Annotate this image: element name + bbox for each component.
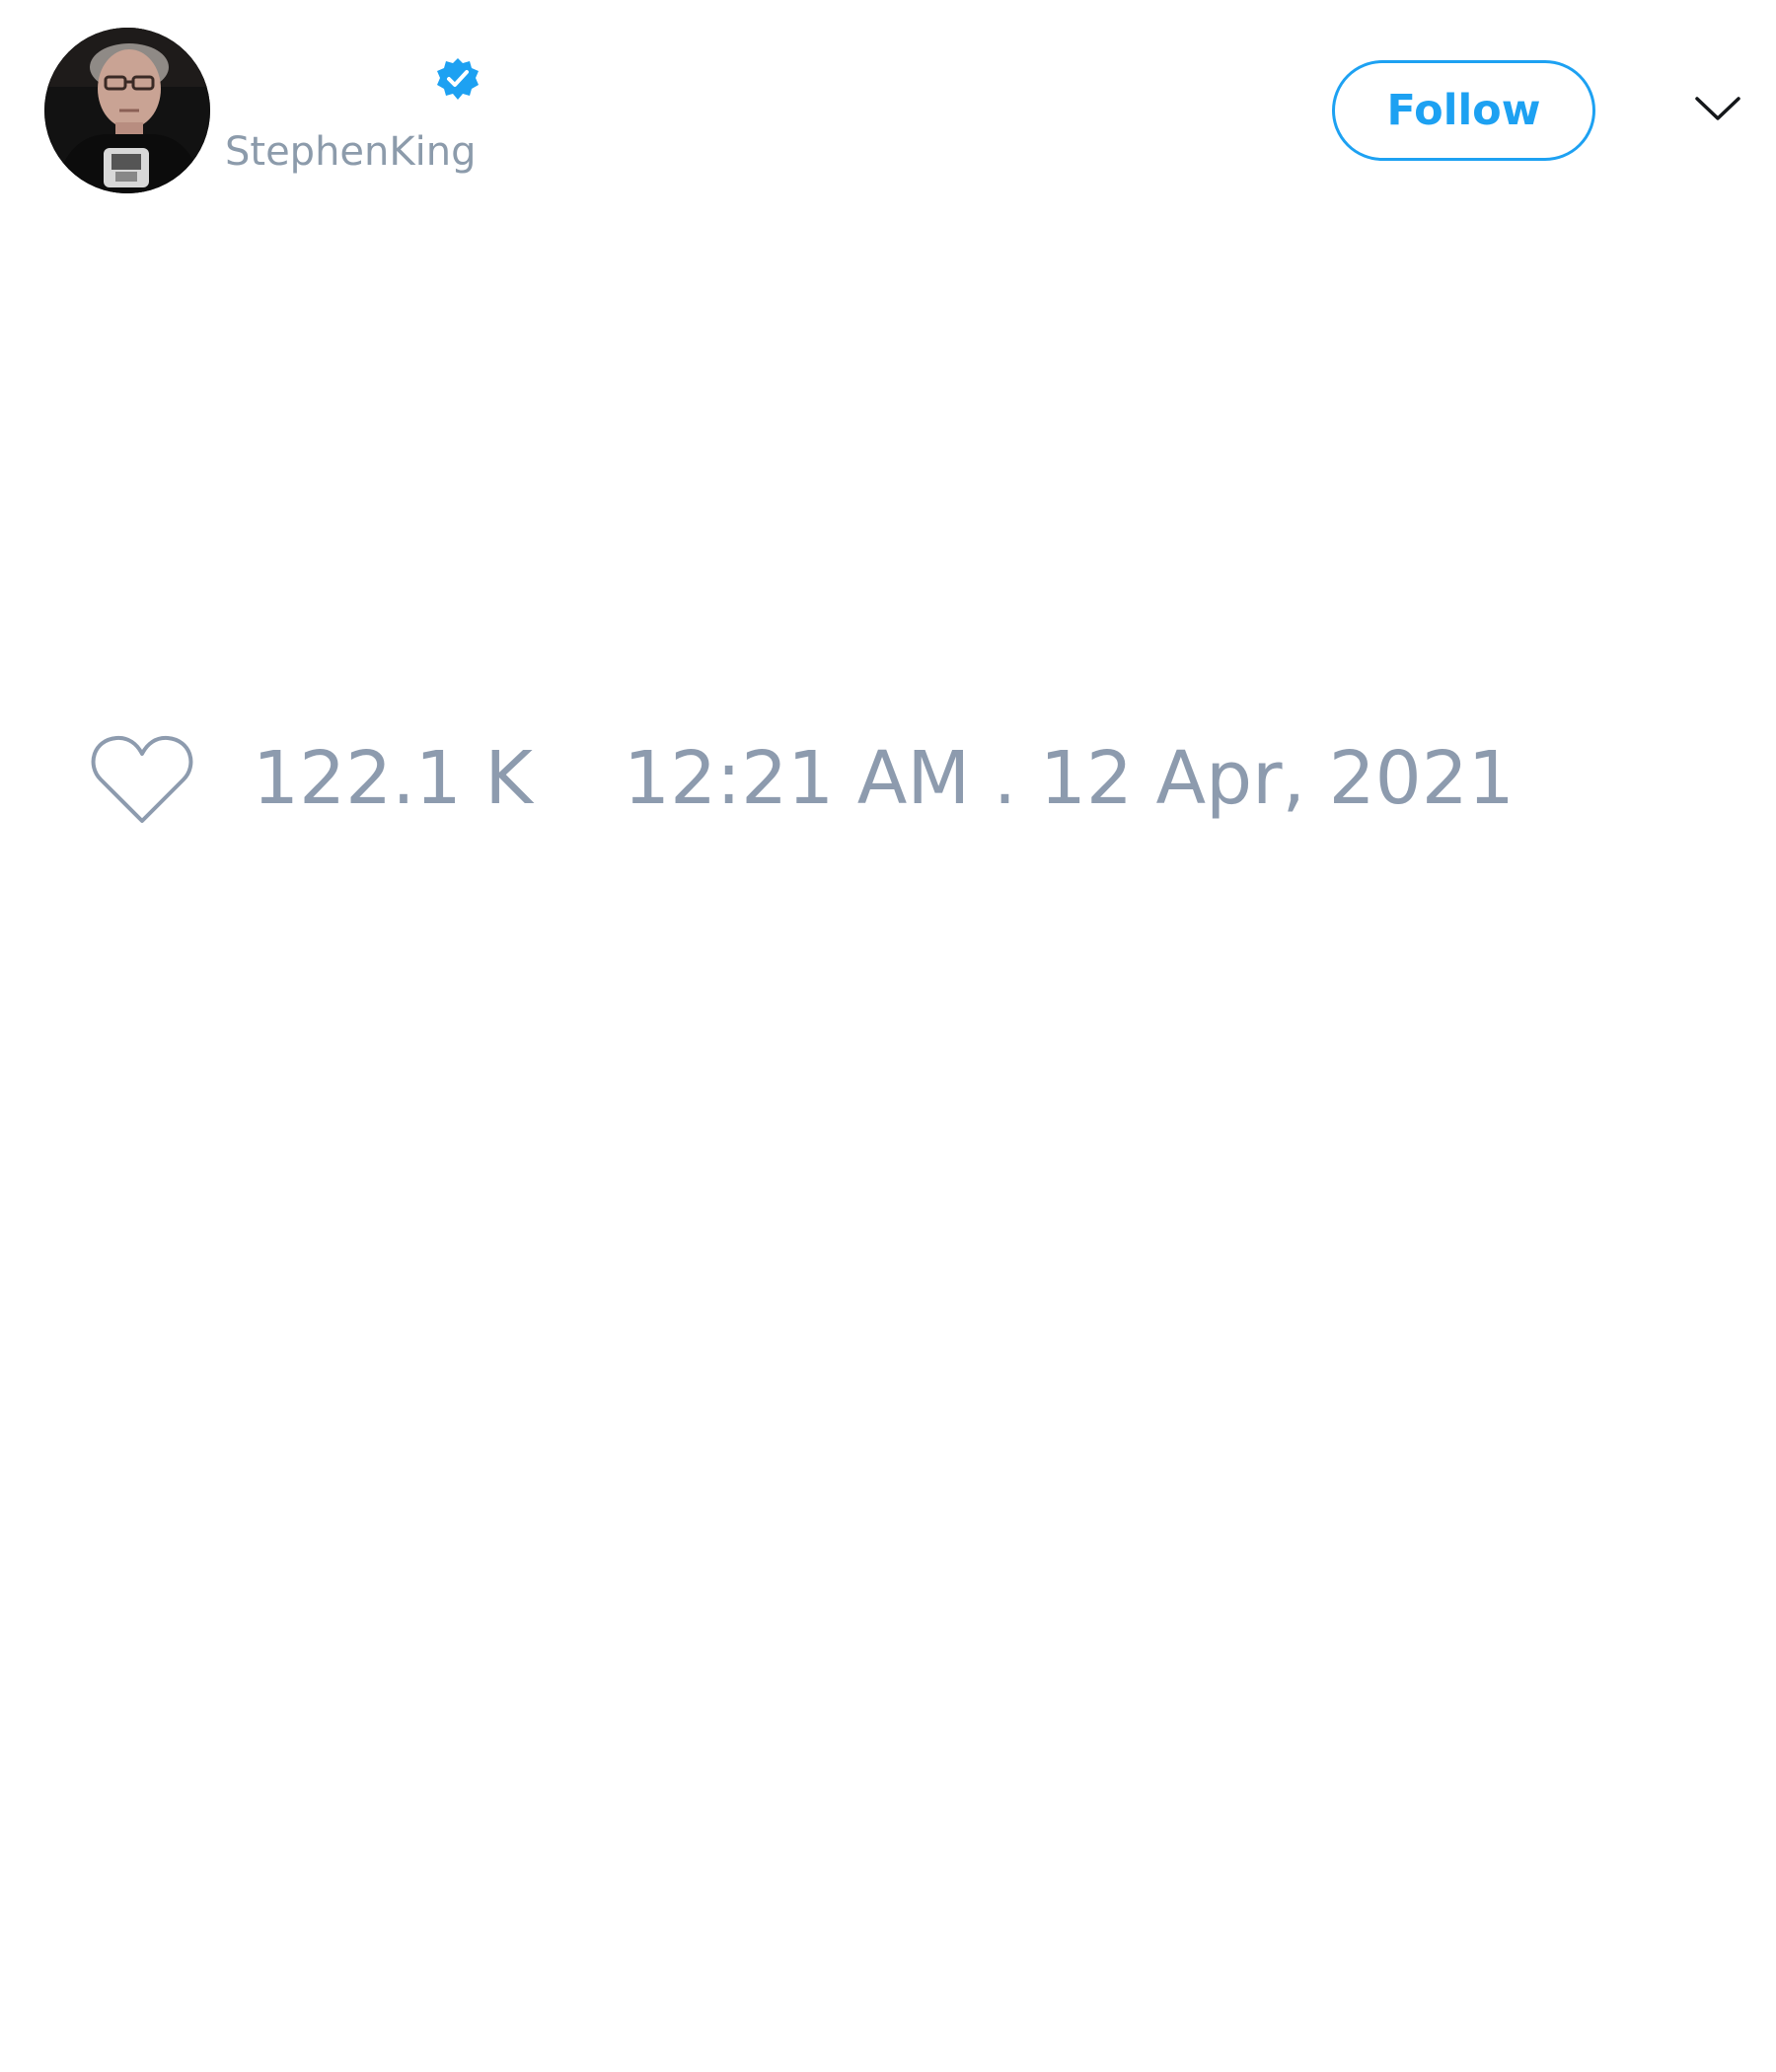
user-handle[interactable]: StephenKing xyxy=(225,126,476,178)
profile-photo xyxy=(44,28,210,193)
verified-badge-icon xyxy=(437,58,479,100)
chevron-down-icon[interactable] xyxy=(1693,91,1742,126)
avatar[interactable] xyxy=(44,28,210,193)
heart-icon[interactable] xyxy=(89,730,195,829)
tweet-stats: 122.1 K 12:21 AM . 12 Apr, 2021 xyxy=(0,720,1776,839)
follow-button[interactable]: Follow xyxy=(1332,60,1595,161)
like-count: 122.1 K xyxy=(253,736,533,821)
tweet-timestamp[interactable]: 12:21 AM . 12 Apr, 2021 xyxy=(624,734,1515,823)
tweet-header: StephenKing Follow xyxy=(0,0,1776,217)
